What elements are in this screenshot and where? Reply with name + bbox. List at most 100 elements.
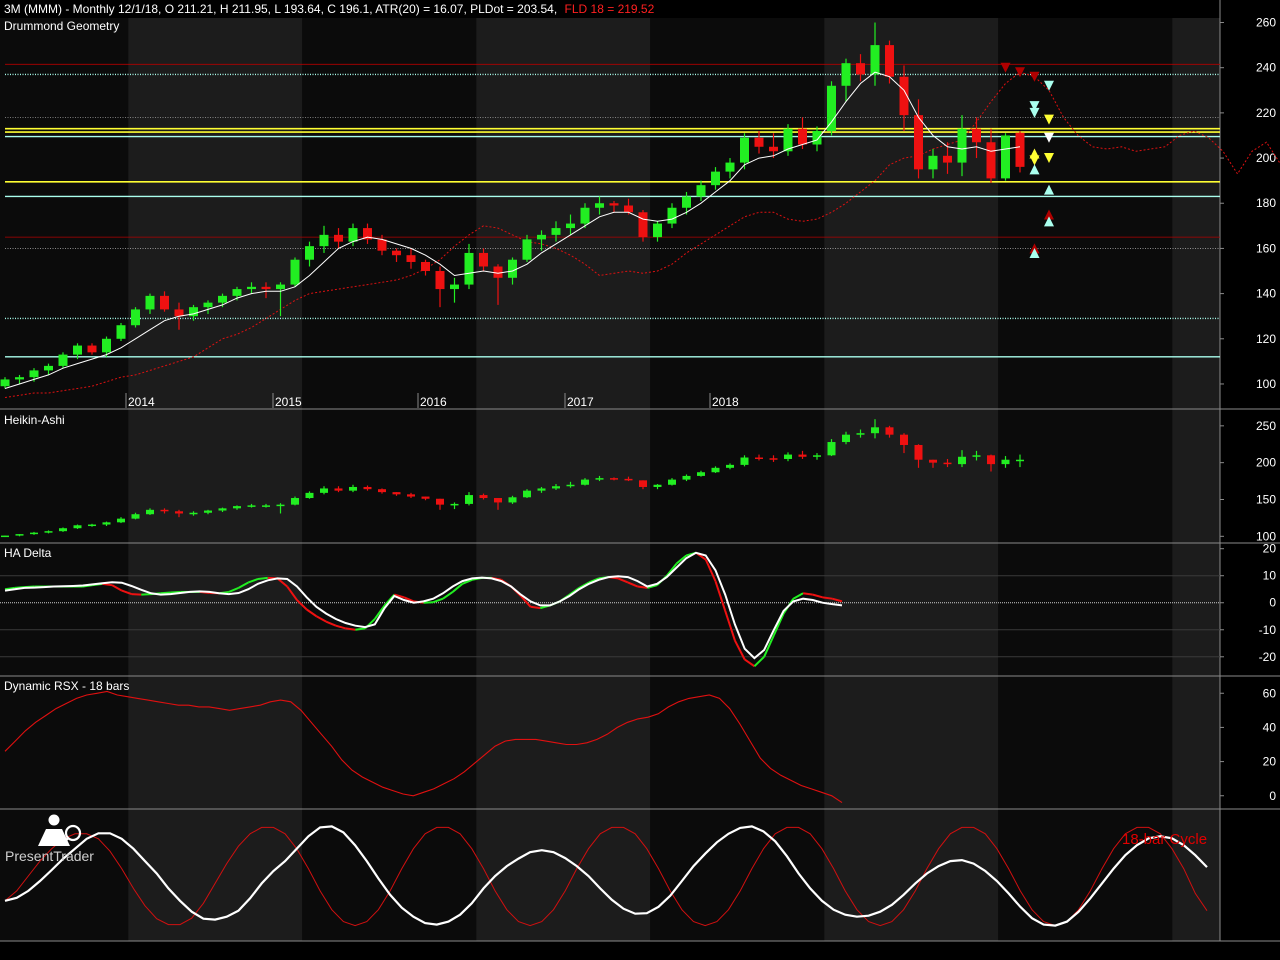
candle-body [595,478,604,480]
candle-body [870,45,880,75]
y-tick-label: 200 [1256,456,1276,470]
x-tick-label: 2015 [275,395,302,409]
candle-body [639,480,647,487]
candle-body [146,509,154,515]
candle-body [667,207,677,224]
candle-body [131,309,140,326]
candle-body [261,286,271,290]
candle-body [711,467,720,473]
y-tick-label: 20 [1263,542,1277,556]
y-tick-label: 0 [1269,596,1276,610]
candle-body [175,511,183,514]
candle-body [813,455,821,457]
candle-body [30,532,38,535]
candle-body [566,223,575,229]
candle-body [349,486,357,491]
candle-body [189,512,198,515]
candle-body [291,498,299,505]
candle-body [44,365,53,371]
candle-body [378,489,386,493]
candle-body [1001,135,1010,179]
year-band [0,18,129,941]
candle-body [102,522,111,525]
y-tick-label: 0 [1269,789,1276,803]
candle-body [755,457,763,460]
candle-body [595,203,604,208]
candle-body [232,289,242,296]
candle-body [73,345,82,355]
candle-body [1001,459,1010,465]
candle-body [58,354,68,366]
candle-body [435,271,445,290]
delta-signal-segment [822,596,833,600]
candle-body [348,228,358,242]
candle-body [436,498,444,505]
year-band [1172,18,1220,941]
y-tick-label: 250 [1256,419,1276,433]
candle-body [334,488,343,491]
candle-body [696,185,706,197]
y-tick-label: 10 [1263,569,1277,583]
candle-body [610,478,618,480]
candle-body [276,284,285,290]
candle-body [421,261,430,272]
chart-header: 3M (MMM) - Monthly 12/1/18, O 211.21, H … [4,2,655,16]
candle [131,307,140,328]
candle-body [986,142,996,179]
x-tick-label: 2017 [567,395,594,409]
candle-body [59,528,67,532]
candle-body [174,309,184,317]
candle-body [551,228,561,235]
y-tick-label: 160 [1256,241,1276,255]
candle-body [972,128,981,143]
candle-body [117,518,125,523]
candle [783,124,793,156]
candle-body [682,475,691,480]
candle-body [29,370,39,378]
candle-body [450,503,459,506]
candle-body [508,497,517,503]
delta-signal-segment [141,593,152,596]
candle-body [769,146,778,152]
x-tick-label: 2018 [712,395,739,409]
candle-body [88,524,96,527]
candle-body [73,525,82,529]
x-tick-label: 2016 [420,395,447,409]
candle-body [638,212,648,238]
cycle-label: 18-bar Cycle [1122,831,1207,848]
candle-body [203,302,213,308]
header-prefix: 3M (MMM) - Monthly 12/1/18, O 211.21, H … [4,2,557,16]
candle-body [116,325,126,339]
y-tick-label: 120 [1256,332,1276,346]
delta-signal-segment [355,627,366,631]
y-tick-label: 60 [1263,686,1277,700]
candle-body [885,45,894,77]
candle-body [987,455,995,465]
candle-body [812,130,822,145]
candle [827,81,836,136]
candle-body [15,534,24,536]
candle-body [465,495,473,504]
candle-body [958,456,966,465]
candle-body [754,137,764,147]
candle-body [44,531,53,533]
y-tick-label: 40 [1263,720,1277,734]
candle-body [363,486,372,490]
candle-body [624,205,633,213]
candle-body [319,234,329,247]
delta-signal-segment [530,605,541,610]
candle-body [233,506,241,509]
y-tick-label: 20 [1263,755,1277,769]
candle [116,322,126,342]
pane-title-drummond: Drummond Geometry [4,19,119,33]
logo-text: PresentTrader [5,848,94,864]
y-tick-label: 240 [1256,61,1276,75]
y-tick-label: -20 [1259,650,1277,664]
candle-body [421,496,430,499]
candle-body [784,454,792,459]
candle-body [305,492,314,499]
candle-body [479,495,488,499]
candle-body [247,505,256,507]
candle-body [334,234,343,242]
candle-body [900,434,908,445]
